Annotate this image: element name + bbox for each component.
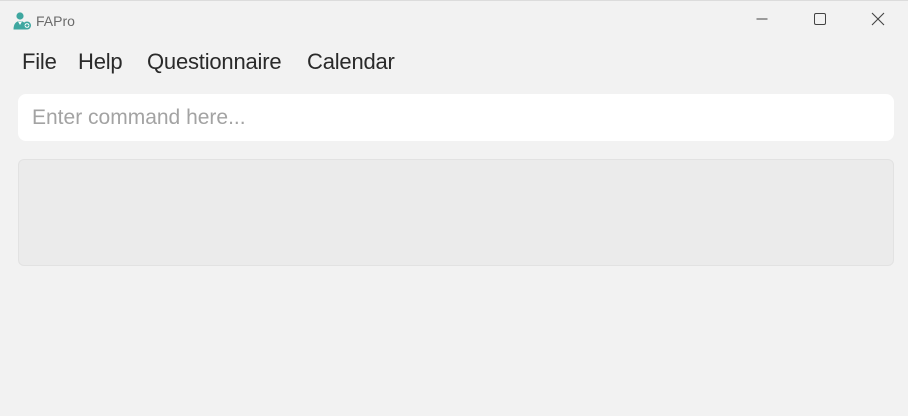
- minimize-icon: [756, 12, 768, 30]
- close-icon: [871, 12, 885, 31]
- title-bar[interactable]: FAPro: [0, 1, 908, 41]
- maximize-icon: [814, 12, 826, 30]
- menu-file[interactable]: File: [22, 49, 57, 75]
- maximize-button[interactable]: [791, 1, 849, 41]
- menu-questionnaire[interactable]: Questionnaire: [147, 49, 282, 75]
- command-input[interactable]: [18, 94, 894, 141]
- close-button[interactable]: [849, 1, 907, 41]
- menu-help[interactable]: Help: [78, 49, 123, 75]
- menu-bar: File Help Questionnaire Calendar: [0, 43, 908, 81]
- window-title: FAPro: [36, 13, 75, 29]
- minimize-button[interactable]: [733, 1, 791, 41]
- result-display: [18, 159, 894, 266]
- doctor-user-icon: [12, 11, 32, 31]
- app-window: FAPro File Help Questionnaire Calendar: [0, 0, 908, 416]
- menu-calendar[interactable]: Calendar: [307, 49, 395, 75]
